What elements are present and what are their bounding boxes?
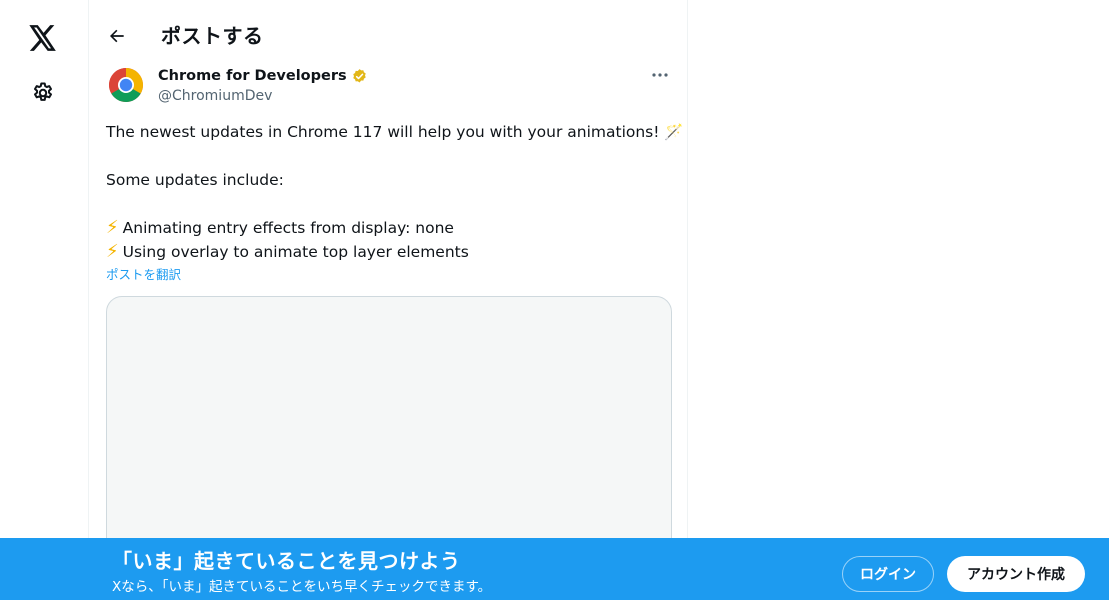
chrome-logo-icon xyxy=(107,66,145,104)
post-line-text: Animating entry effects from display: no… xyxy=(122,219,454,237)
avatar[interactable] xyxy=(107,66,145,104)
page-title: ポストする xyxy=(161,24,264,48)
page: ポストする Chrome for Developers @ChromiumDev xyxy=(0,0,1109,600)
x-logo-icon xyxy=(29,25,56,51)
post-line: Some updates include: xyxy=(106,171,284,189)
verified-badge-icon xyxy=(352,68,366,83)
left-nav xyxy=(0,0,88,600)
translate-post-link[interactable]: ポストを翻訳 xyxy=(106,266,181,284)
main-column: ポストする Chrome for Developers @ChromiumDev xyxy=(88,0,688,600)
gear-icon xyxy=(34,82,52,101)
post-line: The newest updates in Chrome 117 will he… xyxy=(106,123,684,141)
post-text: The newest updates in Chrome 117 will he… xyxy=(106,120,684,264)
post-line-blank xyxy=(106,192,676,216)
banner-title: 「いま」起きていることを見つけよう xyxy=(112,549,461,573)
lightning-icon: ⚡ xyxy=(106,241,119,262)
lightning-icon: ⚡ xyxy=(106,217,119,238)
banner-subtitle: Xなら、「いま」起きていることをいち早くチェックできます。 xyxy=(112,579,492,595)
signup-banner: 「いま」起きていることを見つけよう Xなら、「いま」起きていることをいち早くチェ… xyxy=(0,538,1109,600)
author-name-row[interactable]: Chrome for Developers xyxy=(158,66,368,86)
page-header: ポストする xyxy=(89,0,687,72)
author-name[interactable]: Chrome for Developers xyxy=(158,66,347,86)
post-line: ⚡ Using overlay to animate top layer elem… xyxy=(106,240,676,264)
author-handle[interactable]: @ChromiumDev xyxy=(158,86,272,106)
settings-button[interactable] xyxy=(21,71,65,115)
post-line: ⚡ Animating entry effects from display: n… xyxy=(106,216,676,240)
arrow-left-icon xyxy=(110,29,124,43)
post-line-blank xyxy=(106,144,676,168)
back-button[interactable] xyxy=(101,20,133,52)
post-line-text: Using overlay to animate top layer eleme… xyxy=(122,243,469,261)
more-dots-icon xyxy=(652,73,668,77)
more-options-button[interactable] xyxy=(647,64,673,86)
login-button[interactable]: ログイン xyxy=(842,556,934,592)
post-media[interactable] xyxy=(106,296,672,556)
x-logo-button[interactable] xyxy=(21,16,65,60)
create-account-button[interactable]: アカウント作成 xyxy=(947,556,1085,592)
